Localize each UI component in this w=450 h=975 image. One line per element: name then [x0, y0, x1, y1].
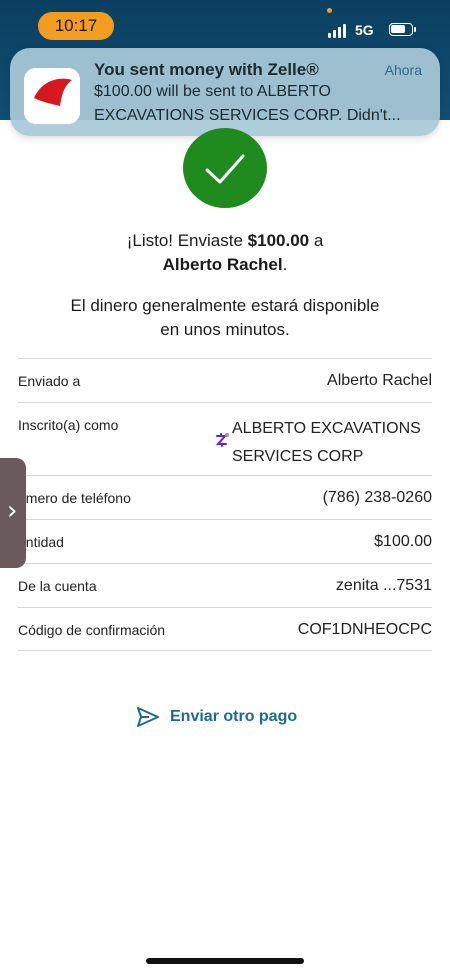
confirmation-message: ¡Listo! Enviaste $100.00 a Alberto Rache… [0, 229, 450, 277]
signal-icon [328, 24, 348, 38]
success-check-badge [183, 128, 267, 208]
amount-value: $100.00 [374, 533, 432, 550]
notification-body: $100.00 will be sent to ALBERTO EXCAVATI… [94, 80, 430, 128]
status-time: 10:17 [38, 12, 114, 40]
detail-row-confirmation-code: Código de confirmación COF1DNHEOCPC [18, 607, 432, 651]
enrolled-as-label: Inscrito(a) como [18, 417, 119, 433]
sent-to-value: Alberto Rachel [327, 372, 432, 389]
message-period: . [282, 255, 288, 274]
phone-value: (786) 238-0260 [322, 489, 432, 506]
notification-body-line1: $100.00 will be sent to ALBERTO [94, 83, 331, 100]
send-another-payment-label: Enviar otro pago [170, 708, 298, 725]
side-panel-handle[interactable]: › [0, 458, 26, 568]
enrolled-as-value-line1: ALBERTO EXCAVATIONS [232, 420, 421, 437]
paper-plane-icon [137, 707, 159, 727]
account-value: zenita ...7531 [335, 577, 432, 594]
availability-message: El dinero generalmente estará disponible… [0, 294, 450, 342]
message-suffix: a [309, 231, 324, 250]
detail-row-amount: antidad $100.00 [18, 519, 432, 563]
home-indicator[interactable] [146, 958, 304, 964]
confirmation-code-value: COF1DNHEOCPC [297, 621, 432, 638]
privacy-indicator-dot [327, 8, 332, 13]
notification-banner[interactable]: You sent money with Zelle® Ahora $100.00… [10, 48, 440, 136]
enrolled-as-value: ALBERTO EXCAVATIONS SERVICES CORP [232, 415, 421, 471]
status-bar: 10:17 5G [0, 0, 450, 46]
bank-app-icon [24, 68, 80, 124]
check-icon [205, 154, 245, 184]
sent-to-label: Enviado a [18, 373, 81, 389]
battery-icon [389, 23, 416, 36]
detail-row-phone: úmero de teléfono (786) 238-0260 [18, 475, 432, 519]
phone-label: úmero de teléfono [18, 490, 131, 506]
confirmation-code-label: Código de confirmación [18, 622, 166, 638]
notification-time: Ahora [384, 62, 422, 78]
account-label: De la cuenta [18, 578, 97, 594]
network-label: 5G [355, 22, 374, 38]
message-prefix: ¡Listo! Enviaste [126, 231, 248, 250]
message-recipient: Alberto Rachel [162, 255, 283, 274]
message-amount: $100.00 [247, 231, 310, 250]
enrolled-as-value-line2: SERVICES CORP [232, 448, 364, 465]
transaction-details-table: Enviado a Alberto Rachel Inscrito(a) com… [18, 358, 432, 651]
notification-body-line2: EXCAVATIONS SERVICES CORP. Didn't... [94, 107, 401, 124]
detail-row-sent-to: Enviado a Alberto Rachel [18, 358, 432, 402]
availability-line1: El dinero generalmente estará disponible [70, 296, 380, 315]
zelle-icon [215, 433, 229, 447]
chevron-right-icon: › [7, 496, 18, 526]
notification-title: You sent money with Zelle® [94, 60, 319, 79]
detail-row-account: De la cuenta zenita ...7531 [18, 563, 432, 607]
availability-line2: en unos minutos. [160, 320, 290, 339]
detail-row-enrolled-as: Inscrito(a) como ALBERTO EXCAVATIONS SER… [18, 402, 432, 475]
send-another-payment-link[interactable]: Enviar otro pago [136, 704, 297, 730]
